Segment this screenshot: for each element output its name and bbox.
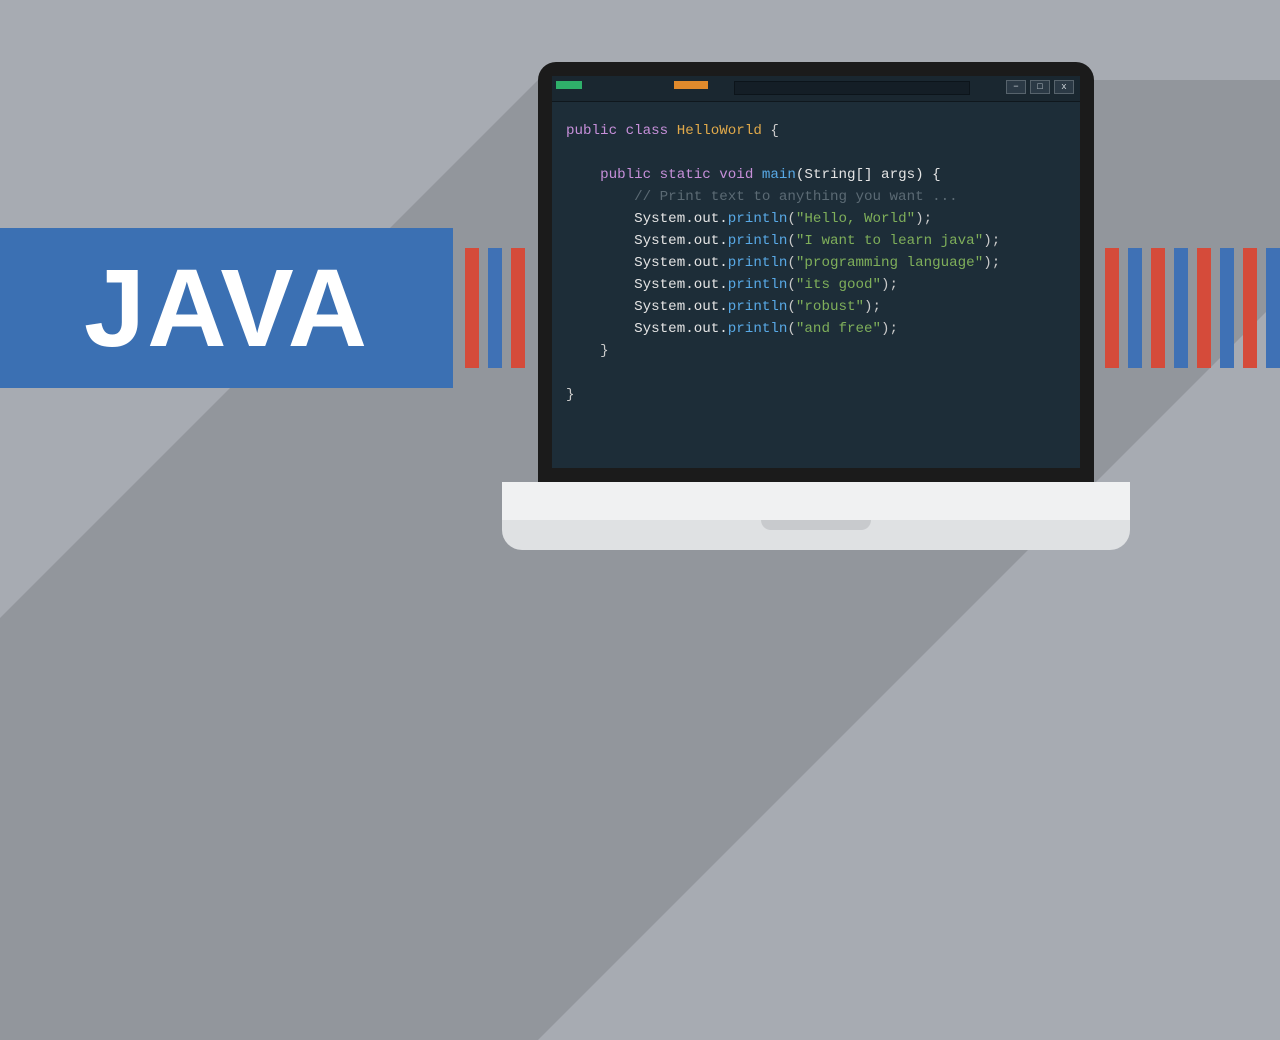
code-content: public class HelloWorld { public static … (552, 102, 1080, 424)
brace: } (566, 387, 575, 403)
paren: ); (881, 321, 898, 337)
string: "I want to learn java" (796, 233, 983, 249)
stripe (1243, 248, 1257, 368)
titlebar-accent-orange (674, 81, 708, 89)
stripe (1105, 248, 1119, 368)
keyword: public (566, 123, 617, 139)
title-banner: JAVA (0, 228, 453, 388)
keyword: class (626, 123, 669, 139)
paren: ); (983, 255, 1000, 271)
keyword: public (600, 167, 651, 183)
paren: ); (864, 299, 881, 315)
paren: ); (915, 211, 932, 227)
sys: System.out. (634, 299, 728, 315)
stripe (465, 248, 479, 368)
args: (String[] args) { (796, 167, 941, 183)
minimize-icon[interactable]: − (1006, 80, 1026, 94)
close-icon[interactable]: x (1054, 80, 1074, 94)
stripe (1151, 248, 1165, 368)
println: println (728, 255, 788, 271)
string: "its good" (796, 277, 881, 293)
println: println (728, 321, 788, 337)
stripe (1220, 248, 1234, 368)
paren: ( (787, 277, 796, 293)
println: println (728, 277, 788, 293)
stripe (1266, 248, 1280, 368)
window-controls: − □ x (1006, 80, 1074, 94)
editor-titlebar: − □ x (552, 76, 1080, 102)
paren: ); (881, 277, 898, 293)
class-name: HelloWorld (677, 123, 762, 139)
function-name: main (762, 167, 796, 183)
string: "programming language" (796, 255, 983, 271)
sys: System.out. (634, 211, 728, 227)
laptop-hinge (502, 482, 1130, 520)
sys: System.out. (634, 321, 728, 337)
string: "Hello, World" (796, 211, 915, 227)
stripe (1174, 248, 1188, 368)
sys: System.out. (634, 255, 728, 271)
laptop-base (502, 520, 1130, 550)
string: "robust" (796, 299, 864, 315)
keyword: void (719, 167, 753, 183)
sys: System.out. (634, 277, 728, 293)
banner-title: JAVA (84, 245, 369, 372)
stripe (511, 248, 525, 368)
code-editor-screen: − □ x public class HelloWorld { public s… (552, 76, 1080, 468)
println: println (728, 211, 788, 227)
stripe (1128, 248, 1142, 368)
titlebar-address-field (734, 81, 970, 95)
stripes-right (1105, 248, 1280, 368)
stripe (1197, 248, 1211, 368)
stripe (488, 248, 502, 368)
paren: ( (787, 233, 796, 249)
paren: ( (787, 321, 796, 337)
comment: // Print text to anything you want ... (634, 189, 958, 205)
paren: ( (787, 211, 796, 227)
brace: { (762, 123, 779, 139)
paren: ( (787, 299, 796, 315)
stripes-left (465, 248, 525, 368)
paren: ( (787, 255, 796, 271)
println: println (728, 233, 788, 249)
brace: } (600, 343, 609, 359)
println: println (728, 299, 788, 315)
titlebar-accent-green (556, 81, 582, 89)
laptop-screen-frame: − □ x public class HelloWorld { public s… (538, 62, 1094, 482)
laptop: − □ x public class HelloWorld { public s… (538, 62, 1094, 550)
sys: System.out. (634, 233, 728, 249)
keyword: static (660, 167, 711, 183)
string: "and free" (796, 321, 881, 337)
paren: ); (983, 233, 1000, 249)
maximize-icon[interactable]: □ (1030, 80, 1050, 94)
